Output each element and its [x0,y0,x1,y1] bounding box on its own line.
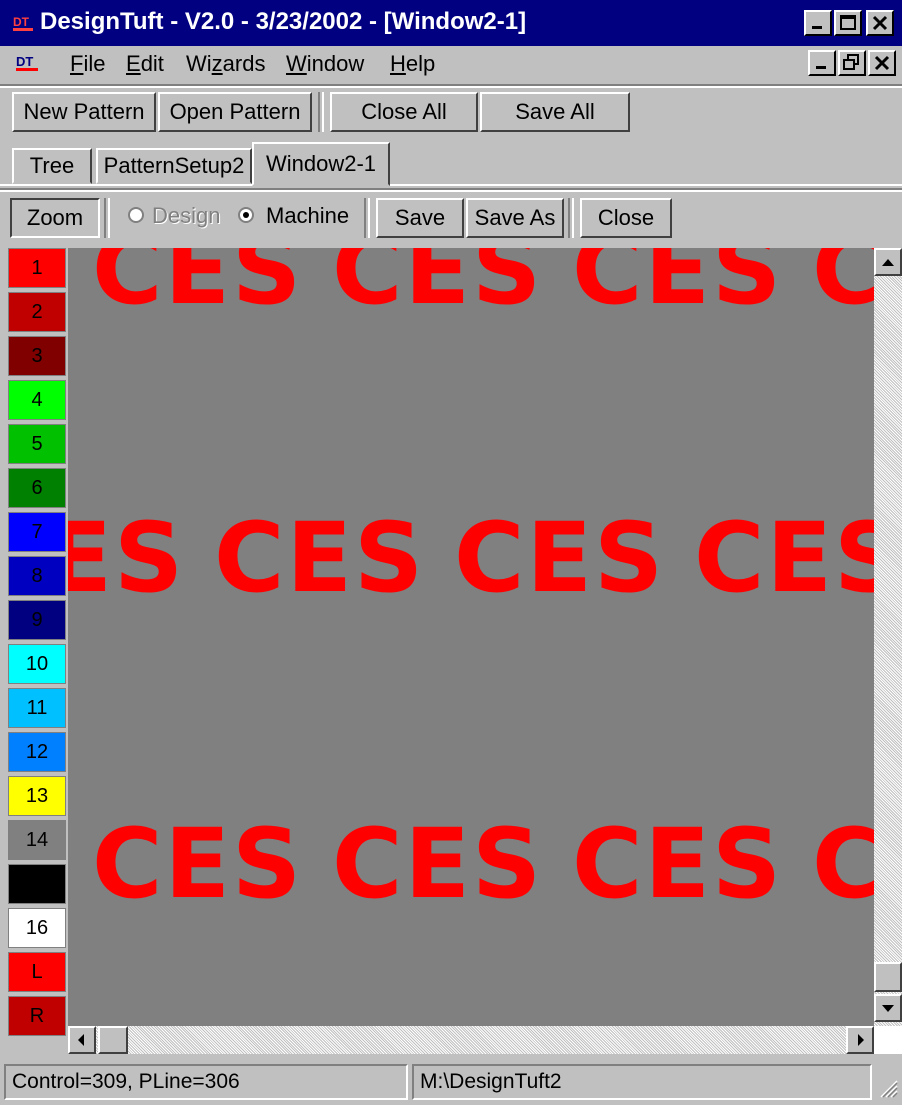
scroll-right-button[interactable] [846,1026,874,1054]
child-window-icon[interactable]: DT [16,54,44,74]
title-bar: DT DesignTuft - V2.0 - 3/23/2002 - [Wind… [0,0,902,46]
svg-text:DT: DT [16,54,33,69]
pattern-text: CES [812,808,874,920]
restore-icon [843,54,859,70]
status-left: Control=309, PLine=306 [4,1064,408,1100]
palette-swatch[interactable]: 9 [8,600,66,640]
scroll-down-button[interactable] [874,994,902,1022]
minimize-icon [816,66,826,69]
machine-radio-label: Machine [266,203,350,228]
maximize-icon [840,15,856,30]
close-icon [874,55,890,71]
tab-label: PatternSetup2 [103,153,245,178]
palette-swatch[interactable]: 12 [8,732,66,772]
menu-file[interactable]: File [70,51,105,77]
toolbar-separator [104,198,110,238]
save-all-button[interactable]: Save All [480,92,630,132]
minimize-button[interactable] [804,10,832,36]
child-close-button[interactable] [868,50,896,76]
new-pattern-button[interactable]: New Pattern [12,92,156,132]
save-button[interactable]: Save [376,198,464,238]
palette-swatch[interactable] [8,864,66,904]
palette-swatch[interactable]: 10 [8,644,66,684]
tab-strip-rule [0,184,252,186]
palette-swatch[interactable]: 8 [8,556,66,596]
tab-label: Tree [29,153,75,178]
tab-label: Window2-1 [265,151,377,176]
scroll-corner [874,1026,902,1054]
menu-wizards[interactable]: Wizards [186,51,265,77]
status-right: M:\DesignTuft2 [412,1064,872,1100]
machine-radio[interactable] [238,207,254,223]
resize-grip-icon[interactable] [876,1076,898,1098]
toolbar-separator [318,92,324,132]
tab-patternsetup2[interactable]: PatternSetup2 [96,148,252,184]
maximize-button[interactable] [834,10,862,36]
palette-swatch[interactable]: 14 [8,820,66,860]
pattern-text: CES [812,248,874,326]
horizontal-scroll-thumb[interactable] [98,1026,128,1054]
svg-text:DT: DT [13,15,30,29]
arrow-left-icon [78,1034,84,1046]
palette-swatch[interactable]: 2 [8,292,66,332]
vertical-scroll-thumb[interactable] [874,962,902,992]
pattern-canvas[interactable]: CESCESCESCESCESCESCESCESCESCESCESCESCESC… [68,248,874,1026]
close-icon [872,15,888,31]
zoom-button[interactable]: Zoom [10,198,100,238]
horizontal-scrollbar[interactable] [68,1026,874,1054]
pattern-text: CES [694,502,874,614]
scroll-left-button[interactable] [68,1026,96,1054]
pattern-text: CES [572,248,784,326]
pattern-text: CES [454,502,666,614]
tab-tree[interactable]: Tree [12,148,92,184]
menu-window[interactable]: Window [286,51,364,77]
child-minimize-button[interactable] [808,50,836,76]
pattern-text: CES [332,808,544,920]
toolbar-separator [364,198,370,238]
pattern-text: CES [92,248,304,326]
vertical-scrollbar[interactable] [874,248,902,1026]
pattern-text: CES [68,502,186,614]
minimize-icon [812,26,822,29]
design-radio[interactable] [128,207,144,223]
palette-swatch[interactable]: 13 [8,776,66,816]
arrow-right-icon [858,1034,864,1046]
pattern-text: CES [214,502,426,614]
open-pattern-button[interactable]: Open Pattern [158,92,312,132]
palette-swatch[interactable]: 7 [8,512,66,552]
close-window-button[interactable] [866,10,894,36]
menu-edit[interactable]: Edit [126,51,164,77]
palette-swatch[interactable]: 5 [8,424,66,464]
palette-swatch[interactable]: 6 [8,468,66,508]
menu-help[interactable]: Help [390,51,435,77]
pattern-text: CES [92,808,304,920]
save-as-button[interactable]: Save As [466,198,564,238]
toolbar-top-highlight [0,86,902,88]
pattern-text: CES [572,808,784,920]
toolbar-separator [568,198,574,238]
child-toolbar-highlight [0,190,902,192]
arrow-up-icon [882,259,894,266]
palette-swatch[interactable]: 3 [8,336,66,376]
arrow-down-icon [882,1005,894,1012]
design-radio-label: Design [152,203,221,228]
palette-swatch[interactable]: 1 [8,248,66,288]
child-restore-button[interactable] [838,50,866,76]
palette-swatch[interactable]: 4 [8,380,66,420]
tab-strip-rule [390,184,902,186]
window-title: DesignTuft - V2.0 - 3/23/2002 - [Window2… [40,8,527,35]
close-button[interactable]: Close [580,198,672,238]
app-icon[interactable]: DT [12,13,34,33]
palette-swatch[interactable]: 16 [8,908,66,948]
menu-bar: DT File Edit Wizards Window Help [0,46,902,82]
palette-swatch[interactable]: 11 [8,688,66,728]
pattern-text: CES [332,248,544,326]
palette-swatch[interactable]: R [8,996,66,1036]
tab-window2-1[interactable]: Window2-1 [252,142,390,186]
close-all-button[interactable]: Close All [330,92,478,132]
scroll-up-button[interactable] [874,248,902,276]
palette-swatch[interactable]: L [8,952,66,992]
